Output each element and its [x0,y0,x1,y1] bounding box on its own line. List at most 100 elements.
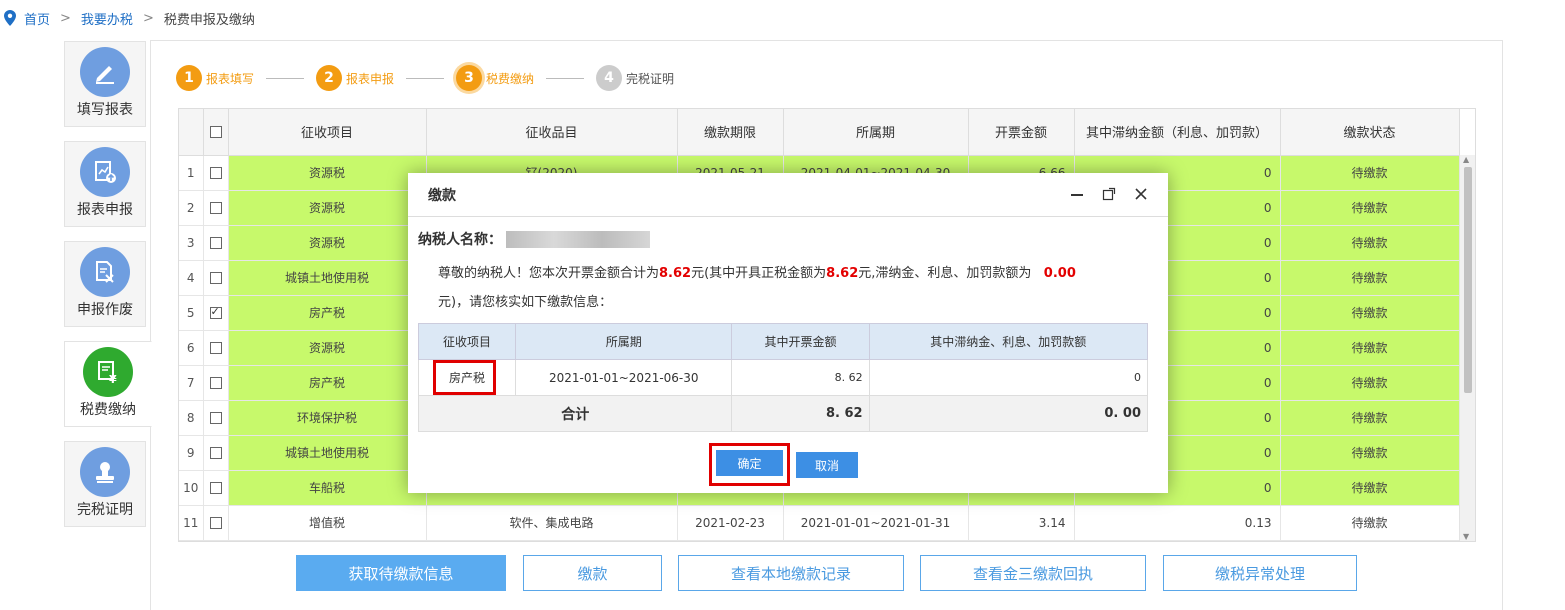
step-connector [266,77,305,79]
row-checkbox-cell [203,365,229,401]
row-index: 5 [179,295,204,331]
scroll-up-icon[interactable]: ▲ [1463,155,1469,164]
breadcrumb-separator: > [60,10,71,26]
select-all-checkbox[interactable] [209,125,222,138]
payment-message: 尊敬的纳税人！您本次开票金额合计为8.62元(其中开具正税金额为8.62元,滞纳… [438,259,1138,317]
tax-pay-icon: ¥ [83,347,133,397]
progress-steps: 1 报表填写 2 报表申报 3 税费缴纳 4 完税证明 [176,63,674,93]
column-header: 其中滞纳金额（利息、加罚款） [1074,109,1281,156]
void-doc-icon [80,247,130,297]
close-icon[interactable] [1132,185,1150,203]
column-header: 开票金额 [968,109,1075,156]
step-4: 4 完税证明 [596,65,674,91]
sidebar-item-fill-report[interactable]: 填写报表 [64,41,146,127]
taxpayer-row: 纳税人名称： [418,229,650,249]
amount-cell: 3.14 [968,505,1075,541]
period-cell: 2021-01-01~2021-01-31 [783,505,969,541]
item-cell: 车船税 [228,470,427,506]
row-checkbox[interactable] [209,202,222,214]
status-cell: 待缴款 [1280,155,1460,191]
sidebar-item-submit-report[interactable]: 报表申报 [64,141,146,227]
row-checkbox[interactable] [209,342,222,354]
confirm-button[interactable]: 确定 [716,450,783,476]
item-cell: 城镇土地使用税 [228,260,427,296]
item-cell: 资源税 [228,330,427,366]
step-2: 2 报表申报 [316,65,394,91]
local-records-button[interactable]: 查看本地缴款记录 [678,555,904,591]
payment-detail-table: 征收项目 所属期 其中开票金额 其中滞纳金、利息、加罚款额 房产税 2021-0… [417,323,1149,432]
total-late-cell: 0. 00 [868,395,1149,432]
row-checkbox[interactable] [209,517,222,529]
sidebar-item-tax-payment[interactable]: ¥ 税费缴纳 [64,341,152,427]
row-checkbox-cell [203,260,229,296]
scroll-down-icon[interactable]: ▼ [1463,532,1469,541]
step-connector [546,77,585,79]
index-header [179,109,204,156]
status-cell: 待缴款 [1280,470,1460,506]
item-cell: 房产税 [228,365,427,401]
taxpayer-name-redacted [506,230,650,248]
row-checkbox[interactable] [209,482,222,494]
column-header: 其中开票金额 [731,323,870,360]
step-label: 报表填写 [206,71,255,86]
cancel-button[interactable]: 取消 [796,452,858,478]
table-row[interactable]: 11 增值税 软件、集成电路 2021-02-23 2021-01-01~2021-01… [179,505,1460,541]
row-checkbox[interactable] [209,272,222,284]
column-header: 所属期 [515,323,733,360]
scrollbar-thumb[interactable] [1464,167,1472,393]
sidebar-item-tax-certificate[interactable]: 完税证明 [64,441,146,527]
breadcrumb-home[interactable]: 首页 [24,9,50,28]
item-cell: 房产税 [228,295,427,331]
row-index: 7 [179,365,204,401]
maximize-icon[interactable] [1100,185,1118,203]
total-row: 合计 8. 62 0. 00 [417,395,1149,432]
row-index: 11 [179,505,204,541]
total-amount-cell: 8. 62 [731,395,870,432]
exception-handling-button[interactable]: 缴税异常处理 [1163,555,1357,591]
row-index: 8 [179,400,204,436]
item-cell: 资源税 [228,190,427,226]
jin3-receipt-button[interactable]: 查看金三缴款回执 [920,555,1146,591]
taxpayer-label: 纳税人名称： [418,232,502,248]
stamp-icon [80,447,130,497]
row-checkbox[interactable] [209,377,222,389]
breadcrumb-current: 税费申报及缴纳 [163,12,255,28]
step-number: 4 [596,65,623,91]
total-label: 合计 [417,395,733,432]
pencil-icon [80,47,130,97]
row-checkbox[interactable] [209,412,222,424]
table-scrollbar[interactable]: ▲ ▼ [1459,155,1475,541]
row-index: 1 [179,155,204,191]
message-text: 元,滞纳金、利息、加罚款额为 [858,266,1032,281]
step-label: 完税证明 [626,71,675,86]
status-cell: 待缴款 [1280,400,1460,436]
breadcrumb-tax[interactable]: 我要办税 [81,9,133,28]
status-cell: 待缴款 [1280,330,1460,366]
total-amount: 8.62 [659,266,692,281]
row-checkbox[interactable] [209,305,222,319]
row-index: 6 [179,330,204,366]
row-checkbox[interactable] [209,237,222,249]
row-checkbox[interactable] [209,447,222,459]
sidebar-item-label: 完税证明 [77,502,133,518]
row-index: 4 [179,260,204,296]
column-header: 其中滞纳金、利息、加罚款额 [868,323,1149,360]
status-cell: 待缴款 [1280,260,1460,296]
pay-button[interactable]: 缴款 [523,555,662,591]
item-cell: 增值税 [228,505,427,541]
row-checkbox[interactable] [209,167,222,179]
row-index: 9 [179,435,204,471]
minimize-icon[interactable] [1068,185,1086,203]
column-header: 所属期 [783,109,969,156]
status-cell: 待缴款 [1280,505,1460,541]
dialog-title: 缴款 [428,187,456,204]
column-header: 征收品目 [426,109,678,156]
sidebar-item-label: 报表申报 [77,202,133,218]
sidebar-item-void-report[interactable]: 申报作废 [64,241,146,327]
sidebar-item-label: 税费缴纳 [80,402,136,418]
step-number: 1 [176,65,202,91]
fetch-pending-button[interactable]: 获取待缴款信息 [296,555,506,591]
breadcrumb: 首页 > 我要办税 > 税费申报及缴纳 [4,8,255,28]
highlight-box [433,360,496,395]
step-1: 1 报表填写 [176,65,254,91]
